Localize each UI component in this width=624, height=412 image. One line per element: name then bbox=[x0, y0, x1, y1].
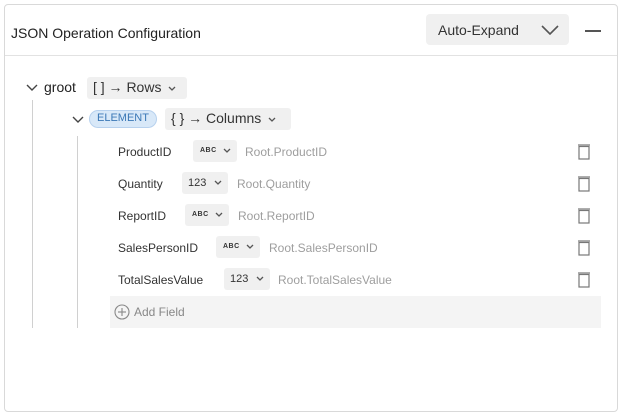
chevron-down-icon bbox=[215, 212, 223, 217]
expand-mode-dropdown[interactable]: Auto-Expand bbox=[426, 14, 569, 45]
root-node-name: groot bbox=[44, 79, 76, 95]
json-config-panel: JSON Operation Configuration Auto-Expand bbox=[4, 4, 618, 412]
field-name: ProductID bbox=[118, 145, 172, 159]
field-type-dropdown[interactable]: 123 bbox=[224, 268, 270, 290]
chevron-down-icon bbox=[268, 117, 276, 122]
trash-icon[interactable] bbox=[576, 239, 592, 256]
element-badge: ELEMENT bbox=[89, 110, 157, 128]
field-type-label: ABC bbox=[223, 243, 240, 250]
trash-icon[interactable] bbox=[576, 175, 592, 192]
root-type-mapping-dropdown[interactable]: [ ] → Rows bbox=[87, 77, 187, 99]
add-field-button[interactable]: Add Field bbox=[110, 296, 601, 328]
panel-header: JSON Operation Configuration Auto-Expand bbox=[5, 5, 617, 56]
field-type-label: ABC bbox=[200, 147, 217, 154]
field-path: Root.SalesPersonID bbox=[269, 241, 378, 255]
field-name: ReportID bbox=[118, 209, 167, 223]
chevron-down-icon bbox=[541, 25, 559, 35]
field-type-dropdown[interactable]: 123 bbox=[182, 172, 228, 194]
element-type-mapping-label: { } → Columns bbox=[171, 110, 262, 126]
field-path: Root.ProductID bbox=[245, 145, 328, 159]
field-type-dropdown[interactable]: ABC bbox=[185, 204, 229, 226]
expand-mode-label: Auto-Expand bbox=[438, 22, 519, 38]
tree-guide-line bbox=[32, 100, 33, 328]
field-type-dropdown[interactable]: ABC bbox=[216, 236, 260, 258]
panel-title: JSON Operation Configuration bbox=[11, 25, 201, 41]
field-path: Root.Quantity bbox=[237, 177, 311, 191]
trash-icon[interactable] bbox=[576, 207, 592, 224]
trash-icon[interactable] bbox=[576, 143, 592, 160]
field-type-label: 123 bbox=[188, 177, 207, 189]
field-type-dropdown[interactable]: ABC bbox=[193, 140, 237, 162]
collapse-element-chevron-icon[interactable] bbox=[72, 116, 84, 124]
chevron-down-icon bbox=[223, 148, 231, 153]
element-type-mapping-dropdown[interactable]: { } → Columns bbox=[165, 108, 291, 130]
field-name: Quantity bbox=[118, 177, 163, 191]
field-name: SalesPersonID bbox=[118, 241, 199, 255]
plus-circle-icon bbox=[114, 304, 130, 320]
minimize-icon[interactable] bbox=[585, 30, 601, 32]
field-path: Root.TotalSalesValue bbox=[278, 273, 392, 287]
trash-icon[interactable] bbox=[576, 271, 592, 288]
field-type-label: ABC bbox=[192, 211, 209, 218]
chevron-down-icon bbox=[246, 244, 254, 249]
root-type-mapping-label: [ ] → Rows bbox=[93, 79, 162, 95]
field-path: Root.ReportID bbox=[238, 209, 315, 223]
tree-guide-line bbox=[77, 136, 78, 328]
chevron-down-icon bbox=[256, 276, 264, 281]
collapse-groot-chevron-icon[interactable] bbox=[26, 84, 38, 92]
chevron-down-icon bbox=[168, 86, 176, 91]
chevron-down-icon bbox=[214, 180, 222, 185]
add-field-label: Add Field bbox=[134, 305, 185, 319]
field-name: TotalSalesValue bbox=[118, 273, 204, 287]
field-type-label: 123 bbox=[230, 273, 249, 285]
